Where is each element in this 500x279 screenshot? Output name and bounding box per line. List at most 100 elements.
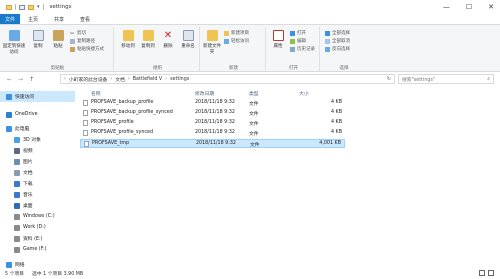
edit-icon — [290, 38, 295, 44]
paste-shortcut-button[interactable]: 粘贴快捷方式 — [70, 46, 104, 52]
easy-access-button[interactable]: 轻松访问 — [224, 38, 249, 44]
nav-item[interactable]: 此电脑 — [0, 123, 75, 134]
file-icon — [83, 120, 88, 126]
tab-share[interactable]: 共享 — [46, 14, 72, 24]
close-button[interactable]: ✕ — [488, 3, 494, 11]
copy-to-icon — [142, 30, 154, 41]
nav-item-label: 文档 — [23, 171, 33, 176]
edit-button[interactable]: 编辑 — [290, 38, 306, 44]
breadcrumb-documents[interactable]: 文档 — [115, 76, 125, 83]
paste-label: 粘贴 — [53, 44, 63, 49]
large-icons-view-icon[interactable] — [488, 270, 494, 276]
select-none-button[interactable]: 全部取消 — [325, 38, 350, 44]
file-type: 文件 — [249, 102, 259, 107]
nav-item[interactable]: 快速访问 — [0, 91, 75, 102]
column-header-name[interactable]: 名称 — [91, 89, 189, 98]
history-button[interactable]: 历史记录 — [290, 46, 315, 52]
new-item-button[interactable]: 新建项目 — [224, 30, 249, 36]
minimize-button[interactable]: — — [443, 3, 450, 11]
cut-label: 剪切 — [77, 31, 86, 36]
open-icon — [290, 30, 295, 36]
file-row[interactable]: PROFSAVE_profile_synced 2018/11/18 9:32 文件… — [80, 129, 345, 138]
ribbon-tabs: 文件 主页 共享 查看 — [0, 14, 500, 24]
pin-label: 固定到快速访问 — [2, 44, 26, 55]
move-to-label: 移动到 — [121, 44, 135, 49]
invert-selection-button[interactable]: 反向选择 — [325, 46, 350, 52]
nav-item-label: 图片 — [23, 160, 33, 165]
select-all-button[interactable]: 全部选择 — [325, 30, 350, 36]
breadcrumb-battlefield[interactable]: Battlefield V — [133, 77, 162, 82]
properties-label: 属性 — [273, 44, 283, 49]
rename-button[interactable]: 重命名 — [178, 30, 198, 49]
column-header-size[interactable]: 大小 — [299, 89, 339, 98]
file-row[interactable]: PROFSAVE_profile 2018/11/18 9:32 文件 4 KB — [80, 119, 345, 128]
properties-icon[interactable] — [19, 4, 25, 10]
open-button[interactable]: 打开 — [290, 30, 306, 36]
file-name: PROFSAVE_backup_profile_synced — [91, 110, 173, 115]
nav-item-icon — [14, 246, 20, 253]
column-header-date[interactable]: 修改日期 — [195, 89, 245, 98]
explorer-window: ▾ settings — ☐ ✕ 文件 主页 共享 查看 固定到快速访问 复制 — [0, 0, 500, 279]
back-button[interactable]: ← — [7, 76, 12, 83]
paste-button[interactable]: 粘贴 — [48, 30, 68, 49]
nav-item[interactable]: Work (D:) — [0, 222, 75, 233]
invert-selection-icon — [325, 46, 330, 52]
nav-item-icon — [14, 224, 20, 231]
file-icon — [83, 110, 88, 116]
maximize-button[interactable]: ☐ — [466, 3, 472, 11]
copy-path-button[interactable]: 复制路径 — [70, 38, 95, 44]
new-item-label: 新建项目 — [231, 31, 249, 36]
nav-item-label: 此电脑 — [15, 127, 30, 132]
refresh-icon[interactable]: ↻ — [387, 76, 391, 82]
nav-item-label: 快速访问 — [15, 95, 35, 100]
copy-button[interactable]: 复制 — [28, 30, 48, 49]
chevron-right-icon: › — [110, 76, 113, 82]
tab-file[interactable]: 文件 — [0, 14, 20, 24]
nav-item-icon — [14, 169, 20, 176]
nav-item[interactable]: 音乐 — [0, 189, 75, 200]
chevron-down-icon[interactable]: ▾ — [37, 4, 40, 10]
pin-quick-access-button[interactable]: 固定到快速访问 — [2, 30, 26, 55]
copy-path-label: 复制路径 — [77, 39, 95, 44]
file-date: 2018/11/18 9:32 — [196, 141, 236, 146]
column-header-type[interactable]: 类型 — [249, 89, 289, 98]
details-view-icon[interactable] — [479, 270, 485, 276]
clipboard-group-label: 剪贴板 — [50, 66, 65, 71]
tab-view[interactable]: 查看 — [72, 14, 98, 24]
breadcrumb-settings[interactable]: settings — [170, 77, 189, 82]
clipboard-group: 固定到快速访问 复制 粘贴 ✂ 剪切 复制路径 粘贴快捷方式 剪贴板 — [2, 27, 114, 71]
properties-button[interactable]: 属性 — [268, 30, 288, 49]
copy-to-label: 复制到 — [141, 44, 155, 49]
nav-item-icon — [14, 147, 20, 154]
nav-item[interactable]: 资料 (E:) — [0, 233, 75, 244]
new-folder-icon[interactable] — [28, 4, 34, 10]
nav-item[interactable]: 3D 对象 — [0, 134, 75, 145]
new-folder-button[interactable]: 新建文件夹 — [202, 30, 222, 55]
cut-button[interactable]: ✂ 剪切 — [70, 30, 86, 37]
nav-item-label: Windows (C:) — [23, 214, 55, 219]
file-row[interactable]: PROFSAVE_backup_profile_synced 2018/11/18… — [80, 109, 345, 118]
nav-item[interactable]: OneDrive — [0, 109, 75, 120]
breadcrumb-pc[interactable]: 小町家的此台设备 — [69, 76, 107, 83]
nav-item[interactable]: 下载 — [0, 178, 75, 189]
nav-item[interactable]: 桌面 — [0, 200, 75, 211]
forward-button[interactable]: → — [18, 76, 23, 83]
rename-icon — [182, 30, 194, 41]
file-row[interactable]: PROFSAVE_backup_profile 2018/11/18 9:32 文件… — [80, 99, 345, 108]
move-to-button[interactable]: 移动到 — [118, 30, 138, 49]
nav-item[interactable]: Windows (C:) — [0, 211, 75, 222]
nav-item[interactable]: 图片 — [0, 156, 75, 167]
nav-item-label: 3D 对象 — [23, 138, 41, 143]
search-input[interactable]: 搜索"settings" ⌕ — [398, 74, 494, 84]
nav-item[interactable]: 视频 — [0, 145, 75, 156]
address-bar[interactable]: › 小町家的此台设备 › 文档 › Battlefield V › settin… — [60, 74, 395, 84]
copy-label: 复制 — [33, 44, 43, 49]
copy-to-button[interactable]: 复制到 — [138, 30, 158, 49]
scissors-icon: ✂ — [70, 30, 75, 37]
nav-item[interactable]: 文档 — [0, 167, 75, 178]
tab-home[interactable]: 主页 — [20, 14, 46, 24]
file-row[interactable]: PROFSAVE_tmp 2018/11/18 9:32 文件 4,001 KB — [80, 139, 345, 148]
nav-item[interactable]: Game (F:) — [0, 244, 75, 255]
up-button[interactable]: ↑ — [29, 76, 34, 83]
delete-button[interactable]: ✕ 删除 — [158, 30, 178, 49]
